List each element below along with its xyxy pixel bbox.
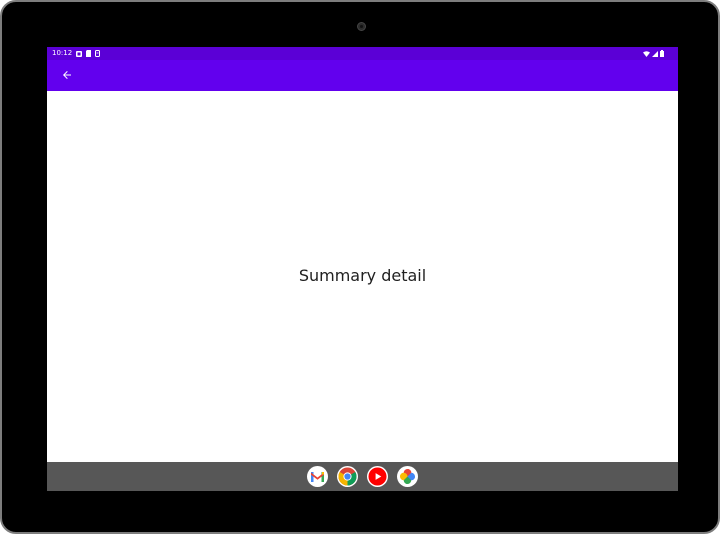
photos-app[interactable] [397, 466, 418, 487]
status-time: 10:12 [52, 49, 73, 57]
arrow-back-icon [63, 71, 71, 79]
tablet-frame: 10:12 Summary detail [0, 0, 720, 534]
back-button[interactable] [55, 63, 79, 87]
chrome-icon [338, 467, 357, 486]
battery-icon [660, 50, 664, 57]
youtube-icon [368, 467, 387, 486]
sim-card-icon [86, 50, 92, 57]
navigation-bar [47, 462, 678, 491]
app-dock [307, 466, 418, 487]
wifi-icon [643, 50, 650, 57]
app-bar [47, 60, 678, 91]
content-area: Summary detail [47, 91, 678, 462]
cellular-signal-icon [652, 50, 658, 57]
chrome-app[interactable] [337, 466, 358, 487]
device-screen: 10:12 Summary detail [47, 47, 678, 491]
front-camera [357, 22, 366, 31]
storage-icon [95, 50, 101, 57]
status-bar: 10:12 [47, 47, 678, 60]
summary-detail-text: Summary detail [298, 266, 427, 285]
gmail-icon [311, 471, 324, 482]
gmail-app[interactable] [307, 466, 328, 487]
notification-icon [76, 50, 83, 57]
youtube-app[interactable] [367, 466, 388, 487]
photos-icon [400, 469, 415, 484]
